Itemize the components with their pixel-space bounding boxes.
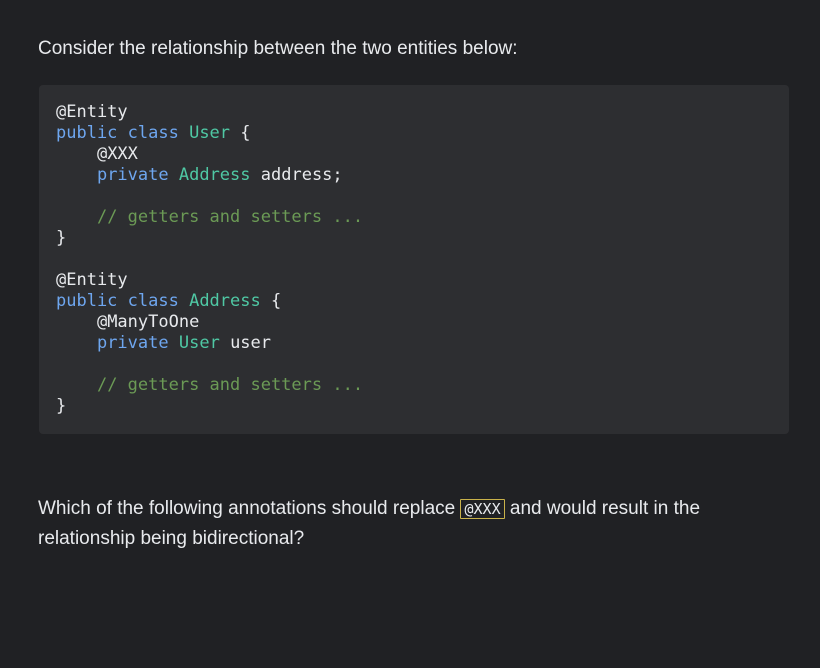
keyword-token: public class <box>56 291 179 311</box>
code-line: private Address address; <box>56 165 789 186</box>
identifier-token: user <box>230 333 272 353</box>
question-text: Which of the following annotations shoul… <box>38 494 788 554</box>
type-token: Address <box>178 165 251 185</box>
code-line: // getters and setters ... <box>56 207 789 228</box>
comment-token: // getters and setters ... <box>96 207 364 227</box>
intro-text: Consider the relationship between the tw… <box>38 38 518 59</box>
brace-token: { <box>270 291 282 311</box>
code-line: // getters and setters ... <box>56 375 789 396</box>
comment-token: // getters and setters ... <box>96 375 364 395</box>
code-line: public class Address { <box>56 291 789 312</box>
brace-token: } <box>56 228 67 248</box>
annotation-token: @ManyToOne <box>96 312 200 332</box>
identifier-token: address; <box>260 165 343 185</box>
annotation-token: @XXX <box>96 144 138 164</box>
code-line: public class User { <box>56 123 789 144</box>
keyword-token: public class <box>56 123 179 143</box>
brace-token: } <box>56 396 67 416</box>
code-line: @XXX <box>56 144 789 165</box>
question-text-before: Which of the following annotations shoul… <box>38 498 461 519</box>
class-name-token: Address <box>189 291 261 311</box>
code-line: } <box>56 228 789 249</box>
inline-code-highlight: @XXX <box>460 499 505 519</box>
class-name-token: User <box>189 123 231 143</box>
code-line: @ManyToOne <box>56 312 789 333</box>
annotation-token: @Entity <box>56 102 128 122</box>
type-token: User <box>178 333 220 353</box>
code-line: @Entity <box>56 102 789 123</box>
keyword-token: private <box>96 333 169 353</box>
code-line: private User user <box>56 333 789 354</box>
code-line: } <box>56 396 789 417</box>
code-line: @Entity <box>56 270 789 291</box>
brace-token: { <box>240 123 251 143</box>
code-block: @Entity public class User { @XXX private… <box>39 85 789 434</box>
annotation-token: @Entity <box>56 270 128 290</box>
keyword-token: private <box>96 165 169 185</box>
